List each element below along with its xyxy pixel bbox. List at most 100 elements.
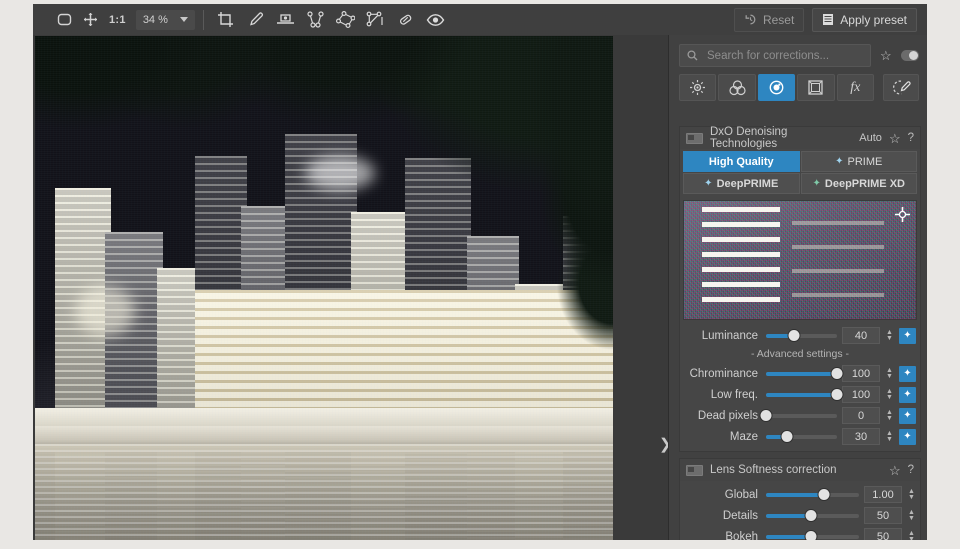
quad-points-icon[interactable] — [332, 8, 360, 32]
section-title: DxO Denoising Technologies — [710, 126, 788, 150]
magic-wand-icon[interactable]: ✦ — [899, 386, 916, 403]
pan-hand-icon[interactable] — [77, 9, 103, 31]
method-deepprime-xd[interactable]: ✦ DeepPRIME XD — [800, 173, 917, 194]
slider-track[interactable] — [766, 530, 859, 540]
sparkle-icon: ✦ — [812, 178, 821, 189]
slider-value[interactable]: 40 — [842, 327, 880, 344]
help-icon[interactable]: ? — [908, 464, 914, 476]
magic-wand-icon[interactable]: ✦ — [899, 327, 916, 344]
force-parallel-icon[interactable] — [362, 8, 390, 32]
slider-dead-pixels[interactable]: Dead pixels 0 ▲ ▼ ✦ — [680, 405, 920, 426]
slider-value[interactable]: 1.00 — [864, 486, 902, 503]
section-title: Lens Softness correction — [710, 464, 837, 476]
crosshair-move-icon[interactable] — [895, 207, 910, 222]
spinner-icon[interactable]: ▲ ▼ — [907, 488, 916, 501]
star-icon[interactable]: ☆ — [880, 49, 892, 62]
tab-color[interactable] — [718, 74, 756, 101]
slider-details[interactable]: Details 50 ▲ ▼ — [680, 505, 920, 526]
sun-exposure-icon — [690, 80, 706, 95]
two-lines-icon[interactable] — [302, 8, 330, 32]
tab-local-adjustments[interactable] — [883, 74, 920, 101]
tab-light[interactable] — [679, 74, 717, 101]
slider-global[interactable]: Global 1.00 ▲ ▼ — [680, 484, 920, 505]
slider-track[interactable] — [766, 367, 843, 380]
zoom-ratio-label[interactable]: 1:1 — [103, 14, 132, 26]
auto-button[interactable]: Auto — [859, 132, 882, 144]
local-brush-icon — [892, 80, 911, 95]
sparkle-icon: ✦ — [835, 156, 844, 167]
star-icon[interactable]: ☆ — [889, 464, 901, 477]
help-icon[interactable]: ? — [908, 132, 914, 144]
toolbar-divider — [202, 9, 204, 30]
slider-value[interactable]: 50 — [864, 528, 902, 540]
tab-geometry[interactable] — [797, 74, 835, 101]
slider-maze[interactable]: Maze 30 ▲ ▼ ✦ — [680, 426, 920, 447]
horizon-level-icon[interactable] — [272, 8, 300, 32]
slider-value[interactable]: 0 — [842, 407, 880, 424]
method-prime[interactable]: ✦ PRIME — [800, 151, 917, 172]
spinner-icon[interactable]: ▲ ▼ — [907, 530, 916, 541]
denoise-preview-thumbnail[interactable] — [683, 200, 917, 320]
sparkle-icon: ✦ — [704, 178, 713, 189]
slider-label: Luminance — [701, 329, 758, 342]
slider-value[interactable]: 30 — [842, 428, 880, 445]
panel-tabs: fx — [669, 71, 927, 107]
preview-building-secondary — [792, 215, 884, 315]
slider-label: Low freq. — [710, 388, 758, 401]
zoom-level-dropdown[interactable]: 34 % — [135, 9, 195, 30]
image-viewer[interactable]: ❯ — [33, 35, 672, 540]
star-icon[interactable]: ☆ — [889, 132, 901, 145]
slider-chrominance[interactable]: Chrominance 100 ▲ ▼ ✦ — [680, 363, 920, 384]
apply-preset-button[interactable]: Apply preset — [812, 7, 917, 32]
slider-track[interactable] — [766, 388, 843, 401]
fit-to-screen-icon[interactable] — [51, 9, 77, 31]
toolbar-left-group: 1:1 34 % — [51, 4, 450, 35]
corrections-panel: ☆ fx — [668, 35, 927, 540]
section-enable-switch[interactable] — [686, 464, 703, 476]
method-label: DeepPRIME XD — [824, 177, 905, 190]
slider-track[interactable] — [760, 409, 837, 422]
magic-wand-icon[interactable]: ✦ — [899, 407, 916, 424]
section-header: DxO Denoising Technologies Auto ☆ ? — [680, 126, 920, 150]
search-input-wrapper[interactable] — [679, 44, 871, 67]
detail-lens-icon — [769, 80, 784, 95]
slider-track[interactable] — [766, 430, 837, 443]
slider-track[interactable] — [766, 488, 859, 501]
spinner-icon[interactable]: ▲ ▼ — [885, 430, 894, 443]
section-dxo-denoising: DxO Denoising Technologies Auto ☆ ? High… — [679, 126, 921, 452]
reset-button[interactable]: Reset — [733, 7, 805, 32]
magic-wand-icon[interactable]: ✦ — [899, 365, 916, 382]
sections-scroll-area[interactable]: DxO Denoising Technologies Auto ☆ ? High… — [679, 126, 921, 540]
slider-luminance[interactable]: Luminance 40 ▲ ▼ ✦ — [680, 325, 920, 346]
spinner-icon[interactable]: ▲ ▼ — [885, 388, 894, 401]
section-header: Lens Softness correction ☆ ? — [680, 459, 920, 481]
section-enable-switch[interactable] — [686, 132, 703, 144]
spinner-icon[interactable]: ▲ ▼ — [907, 509, 916, 522]
color-circles-icon — [729, 79, 746, 95]
tab-detail[interactable] — [757, 74, 796, 101]
spinner-icon[interactable]: ▲ ▼ — [885, 367, 894, 380]
slider-value[interactable]: 50 — [864, 507, 902, 524]
slider-label: Details — [722, 509, 758, 522]
spinner-icon[interactable]: ▲ ▼ — [885, 409, 894, 422]
method-high-quality[interactable]: High Quality — [683, 151, 800, 172]
slider-value[interactable]: 100 — [842, 365, 880, 382]
slider-track[interactable] — [766, 329, 837, 342]
slider-bokeh[interactable]: Bokeh 50 ▲ ▼ — [680, 526, 920, 540]
eye-icon[interactable] — [422, 8, 450, 32]
search-input[interactable] — [705, 48, 863, 63]
magic-wand-icon[interactable]: ✦ — [899, 428, 916, 445]
slider-low-freq[interactable]: Low freq. 100 ▲ ▼ ✦ — [680, 384, 920, 405]
eyedropper-icon[interactable] — [242, 8, 270, 32]
slider-value[interactable]: 100 — [842, 386, 880, 403]
zoom-level-value: 34 % — [142, 13, 168, 26]
tab-effects[interactable]: fx — [836, 74, 875, 101]
crop-icon[interactable] — [212, 8, 240, 32]
repair-patch-icon[interactable] — [392, 8, 420, 32]
spinner-icon[interactable]: ▲ ▼ — [885, 329, 894, 342]
panel-toggle-switch[interactable] — [900, 50, 919, 61]
method-deepprime[interactable]: ✦ DeepPRIME — [683, 173, 800, 194]
photo-canvas[interactable] — [35, 36, 613, 540]
search-row: ☆ — [669, 35, 927, 71]
slider-track[interactable] — [766, 509, 859, 522]
